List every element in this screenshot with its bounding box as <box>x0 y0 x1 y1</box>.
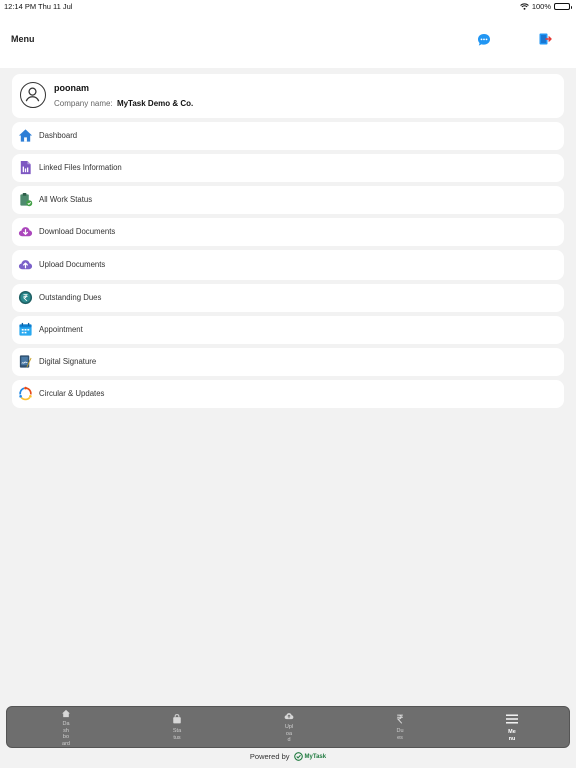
home-icon <box>18 129 33 142</box>
menu-item-download-documents[interactable]: Download Documents <box>12 218 564 246</box>
menu-item-label: Digital Signature <box>39 357 97 366</box>
tab-label: Da sh bo ard <box>62 721 70 747</box>
tab-menu[interactable]: Me nu <box>482 707 542 749</box>
menu-item-label: All Work Status <box>39 195 93 204</box>
battery-icon <box>554 3 572 10</box>
menu-item-label: Dashboard <box>39 131 78 140</box>
tab-dashboard[interactable]: Da sh bo ard <box>36 707 96 749</box>
cloud-upload-icon <box>18 260 33 270</box>
signature-icon <box>19 355 32 368</box>
company-label: Company name: <box>54 99 113 108</box>
menu-item-label: Upload Documents <box>39 260 106 269</box>
menu-item-appointment[interactable]: Appointment <box>12 316 564 344</box>
profile-card: poonam Company name: MyTask Demo & Co. <box>12 74 564 118</box>
powered-by-footer: Powered by MyTask <box>0 752 576 761</box>
menu-item-label: Linked Files Information <box>39 163 122 172</box>
status-right: 100% <box>520 2 572 11</box>
chat-button[interactable] <box>477 33 491 47</box>
status-date: Thu 11 Jul <box>38 2 73 11</box>
cloud-download-icon <box>18 227 33 237</box>
menu-item-upload-documents[interactable]: Upload Documents <box>12 250 564 280</box>
menu-item-label: Outstanding Dues <box>39 293 102 302</box>
menu-item-circular-updates[interactable]: Circular & Updates <box>12 380 564 408</box>
wifi-icon <box>520 3 529 10</box>
tab-dues[interactable]: Du es <box>370 707 430 749</box>
mytask-logo-icon <box>293 752 303 761</box>
powered-by-text: Powered by <box>249 752 290 761</box>
menu-item-outstanding-dues[interactable]: Outstanding Dues <box>12 284 564 312</box>
battery-percent: 100% <box>531 2 551 11</box>
menu-item-digital-signature[interactable]: Digital Signature <box>12 348 564 376</box>
tab-label: Du es <box>396 728 404 741</box>
menu-item-work-status[interactable]: All Work Status <box>12 186 564 214</box>
page-title: Menu <box>11 34 35 44</box>
tab-label: Me nu <box>508 729 516 742</box>
menu-item-dashboard[interactable]: Dashboard <box>12 122 564 150</box>
clipboard-check-icon <box>20 192 33 207</box>
user-icon <box>25 87 40 102</box>
chat-icon <box>478 34 490 46</box>
document-icon <box>20 160 31 175</box>
avatar <box>20 82 46 108</box>
logout-icon <box>539 33 552 45</box>
tab-label: Upl oa d <box>284 724 294 744</box>
tab-status[interactable]: Sta tus <box>147 707 207 749</box>
company-line: Company name: MyTask Demo & Co. <box>54 99 193 108</box>
hamburger-icon <box>506 714 518 724</box>
menu-item-label: Circular & Updates <box>39 389 105 398</box>
cloud-upload-icon <box>284 713 294 720</box>
menu-item-linked-files[interactable]: Linked Files Information <box>12 154 564 182</box>
brand-name: MyTask <box>304 753 327 760</box>
company-value: MyTask Demo & Co. <box>116 99 194 108</box>
header: Menu <box>0 14 576 68</box>
brand-logo: MyTask <box>293 752 327 761</box>
menu-item-label: Appointment <box>39 325 83 334</box>
sync-circle-icon <box>19 386 32 401</box>
tab-label: Sta tus <box>172 728 182 741</box>
home-icon <box>62 709 70 718</box>
bottom-tab-bar: Da sh bo ard Sta tus Upl oa d Du es Me n… <box>6 706 570 748</box>
profile-name: poonam <box>54 83 89 93</box>
status-time: 12:14 PM <box>4 2 37 11</box>
tab-upload[interactable]: Upl oa d <box>259 707 319 749</box>
rupee-icon <box>396 714 403 724</box>
status-bar: 12:14 PM Thu 11 Jul 100% <box>0 0 576 14</box>
bag-icon <box>173 714 181 724</box>
calendar-icon <box>19 322 32 336</box>
rupee-coin-icon <box>18 290 33 305</box>
menu-item-label: Download Documents <box>39 227 116 236</box>
logout-button[interactable] <box>538 32 552 46</box>
